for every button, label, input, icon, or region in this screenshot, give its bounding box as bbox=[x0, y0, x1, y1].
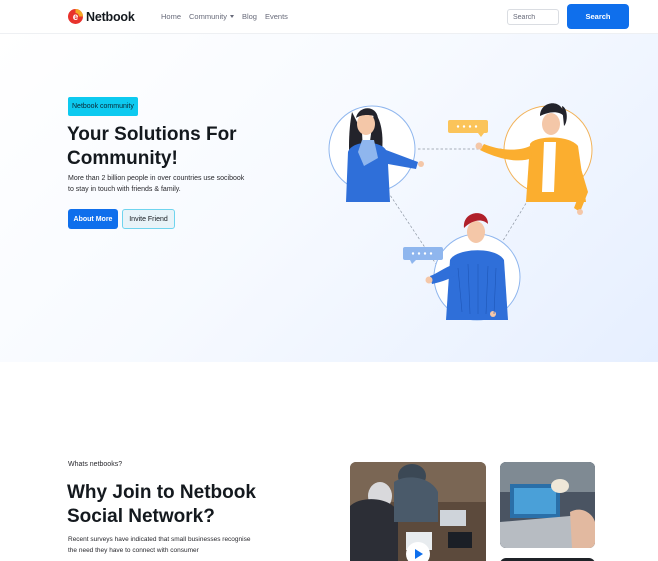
svg-text:e: e bbox=[73, 12, 79, 23]
hero-description: More than 2 billion people in over count… bbox=[68, 175, 245, 193]
section-title: Why Join to Netbook Social Network? bbox=[67, 482, 256, 527]
chat-bubble-icon bbox=[448, 120, 488, 137]
brand-link[interactable]: e Netbook bbox=[67, 8, 135, 25]
team-meeting-photo[interactable] bbox=[350, 462, 486, 561]
search-button[interactable]: Search bbox=[567, 4, 629, 29]
play-icon bbox=[415, 549, 423, 559]
nav-item-label: Community bbox=[189, 12, 227, 21]
nav-item-home[interactable]: Home bbox=[161, 12, 181, 21]
netbook-logo-icon: e bbox=[67, 8, 84, 25]
community-badge: Netbook community bbox=[68, 97, 138, 116]
hero-section: Netbook community Your Solutions For Com… bbox=[0, 34, 658, 362]
brand-name: Netbook bbox=[86, 9, 135, 24]
invite-friend-button[interactable]: Invite Friend bbox=[122, 209, 175, 229]
nav-item-community[interactable]: Community bbox=[189, 12, 234, 21]
section-eyebrow: Whats netbooks? bbox=[68, 461, 123, 468]
nav-item-label: Events bbox=[264, 12, 288, 21]
about-more-button[interactable]: About More bbox=[68, 209, 118, 229]
nav-item-events[interactable]: Events bbox=[265, 12, 288, 21]
section-description: Recent surveys have indicated that small… bbox=[68, 536, 251, 554]
community-illustration bbox=[328, 103, 593, 321]
search-input[interactable] bbox=[507, 9, 559, 25]
nav-item-blog[interactable]: Blog bbox=[242, 12, 257, 21]
chevron-down-icon bbox=[229, 15, 234, 18]
nav-item-label: Home bbox=[161, 12, 182, 21]
nav-item-label: Blog bbox=[241, 12, 257, 21]
main-nav: Home Community Blog Events bbox=[161, 12, 288, 21]
laptop-coffee-photo[interactable] bbox=[500, 462, 595, 548]
hero-title: Your Solutions For Community! bbox=[67, 124, 237, 169]
navbar: e Netbook Home Community Blog Events Sea… bbox=[0, 0, 658, 34]
